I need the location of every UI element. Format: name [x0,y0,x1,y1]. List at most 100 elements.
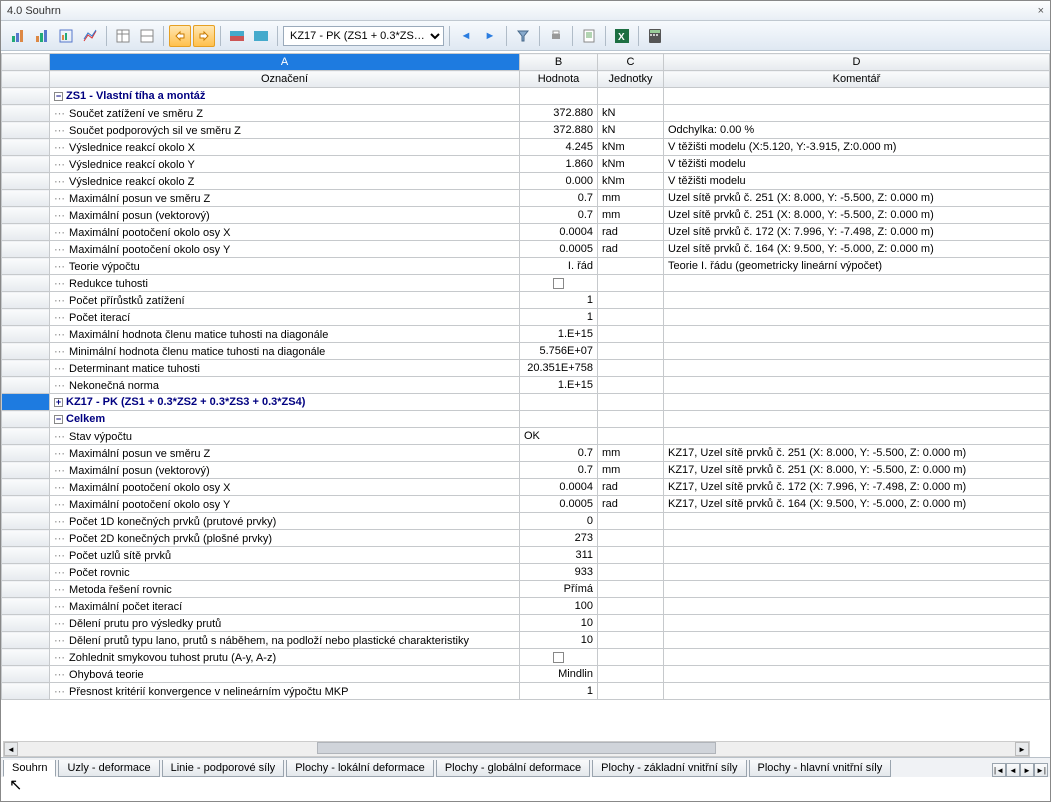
cell-value[interactable]: 0 [520,513,598,530]
cell-comment[interactable] [664,343,1050,360]
cell-label[interactable]: ⋯ Nekonečná norma [50,377,520,394]
sheet-tab[interactable]: Souhrn [3,760,56,777]
cell-comment[interactable]: KZ17, Uzel sítě prvků č. 251 (X: 8.000, … [664,445,1050,462]
cell-label[interactable]: ⋯ Maximální posun ve směru Z [50,190,520,207]
cell-value[interactable]: 1 [520,309,598,326]
cell-label[interactable]: ⋯ Počet 2D konečných prvků (plošné prvky… [50,530,520,547]
cell-label[interactable]: +KZ17 - PK (ZS1 + 0.3*ZS2 + 0.3*ZS3 + 0.… [50,394,520,411]
cell-value[interactable]: Přímá [520,581,598,598]
cell-value[interactable]: OK [520,428,598,445]
cell-label[interactable]: ⋯ Metoda řešení rovnic [50,581,520,598]
cell-label[interactable]: ⋯ Počet rovnic [50,564,520,581]
row-header[interactable] [2,224,50,241]
row-header[interactable] [2,122,50,139]
cell-unit[interactable] [598,564,664,581]
cell-label[interactable]: ⋯ Maximální počet iterací [50,598,520,615]
cell-comment[interactable] [664,683,1050,700]
cell-unit[interactable] [598,581,664,598]
cell-unit[interactable] [598,394,664,411]
cell-label[interactable]: ⋯ Maximální posun ve směru Z [50,445,520,462]
cell-comment[interactable] [664,598,1050,615]
cell-value[interactable]: 1 [520,683,598,700]
row-header[interactable] [2,292,50,309]
cell-value[interactable]: 372.880 [520,105,598,122]
scroll-left-icon[interactable]: ◄ [4,742,18,756]
cell-unit[interactable]: rad [598,241,664,258]
cell-label[interactable]: ⋯ Maximální posun (vektorový) [50,462,520,479]
row-header[interactable] [2,309,50,326]
cell-label[interactable]: ⋯ Výslednice reakcí okolo Z [50,173,520,190]
row-header[interactable] [2,564,50,581]
cell-value[interactable]: 1.E+15 [520,377,598,394]
row-header[interactable] [2,326,50,343]
results-table[interactable]: A B C D Označení Hodnota Jednotky Koment… [1,53,1050,700]
tb-action2-icon[interactable] [193,25,215,47]
tb-chart2-icon[interactable] [31,25,53,47]
cell-value[interactable]: 5.756E+07 [520,343,598,360]
cell-value[interactable]: 4.245 [520,139,598,156]
row-header[interactable] [2,139,50,156]
row-header[interactable] [2,190,50,207]
cell-comment[interactable] [664,581,1050,598]
cell-comment[interactable]: Uzel sítě prvků č. 251 (X: 8.000, Y: -5.… [664,190,1050,207]
cell-unit[interactable] [598,88,664,105]
cell-comment[interactable]: Uzel sítě prvků č. 164 (X: 9.500, Y: -5.… [664,241,1050,258]
tb-print-icon[interactable] [545,25,567,47]
cell-label[interactable]: ⋯ Maximální pootočení okolo osy Y [50,496,520,513]
cell-comment[interactable] [664,666,1050,683]
cell-unit[interactable] [598,513,664,530]
row-header[interactable] [2,88,50,105]
cell-unit[interactable]: mm [598,207,664,224]
row-header[interactable] [2,428,50,445]
cell-comment[interactable] [664,547,1050,564]
row-header[interactable] [2,496,50,513]
cell-label[interactable]: ⋯ Dělení prutu pro výsledky prutů [50,615,520,632]
cell-unit[interactable] [598,377,664,394]
row-header[interactable] [2,411,50,428]
row-header[interactable] [2,598,50,615]
row-header[interactable] [2,173,50,190]
cell-unit[interactable]: kN [598,122,664,139]
cell-label[interactable]: ⋯ Součet podporových sil ve směru Z [50,122,520,139]
cell-label[interactable]: ⋯ Počet uzlů sítě prvků [50,547,520,564]
tb-excel-icon[interactable]: X [611,25,633,47]
cell-comment[interactable]: V těžišti modelu (X:5.120, Y:-3.915, Z:0… [664,139,1050,156]
cell-unit[interactable]: kNm [598,173,664,190]
cell-label[interactable]: ⋯ Maximální pootočení okolo osy Y [50,241,520,258]
cell-label[interactable]: ⋯ Počet přírůstků zatížení [50,292,520,309]
cell-value[interactable]: 0.7 [520,207,598,224]
cell-comment[interactable] [664,411,1050,428]
cell-comment[interactable]: V těžišti modelu [664,156,1050,173]
cell-unit[interactable] [598,547,664,564]
col-A-header[interactable]: A [50,54,520,71]
cell-value[interactable]: 20.351E+758 [520,360,598,377]
cell-comment[interactable] [664,649,1050,666]
cell-unit[interactable] [598,258,664,275]
tb-color1-icon[interactable] [226,25,248,47]
row-header[interactable] [2,513,50,530]
expand-icon[interactable]: + [54,398,63,407]
cell-comment[interactable]: Uzel sítě prvků č. 251 (X: 8.000, Y: -5.… [664,207,1050,224]
cell-unit[interactable] [598,666,664,683]
cell-unit[interactable] [598,649,664,666]
tb-chart4-icon[interactable] [79,25,101,47]
row-header[interactable] [2,445,50,462]
cell-label[interactable]: ⋯ Maximální pootočení okolo osy X [50,479,520,496]
cell-unit[interactable] [598,428,664,445]
cell-value[interactable]: 1.860 [520,156,598,173]
cell-value[interactable]: I. řád [520,258,598,275]
cell-value[interactable]: 933 [520,564,598,581]
tb-chart1-icon[interactable] [7,25,29,47]
cell-value[interactable]: 100 [520,598,598,615]
cell-value[interactable]: 311 [520,547,598,564]
col-B-header[interactable]: B [520,54,598,71]
tb-color2-icon[interactable] [250,25,272,47]
cell-value[interactable]: 0.0004 [520,224,598,241]
cell-comment[interactable]: Uzel sítě prvků č. 172 (X: 7.996, Y: -7.… [664,224,1050,241]
cell-label[interactable]: ⋯ Dělení prutů typu lano, prutů s náběhe… [50,632,520,649]
close-icon[interactable]: × [1038,5,1044,17]
tb-grid1-icon[interactable] [112,25,134,47]
cell-comment[interactable]: KZ17, Uzel sítě prvků č. 164 (X: 9.500, … [664,496,1050,513]
cell-comment[interactable] [664,632,1050,649]
cell-comment[interactable]: V těžišti modelu [664,173,1050,190]
